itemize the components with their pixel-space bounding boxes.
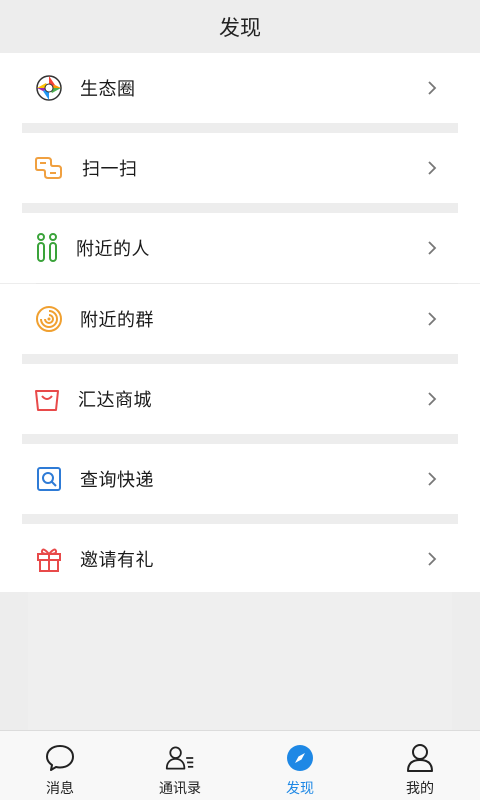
scan-icon xyxy=(34,153,64,183)
tab-label: 消息 xyxy=(46,781,74,797)
menu-item-scan[interactable]: 扫一扫 xyxy=(0,133,480,203)
menu-item-label: 扫一扫 xyxy=(82,159,138,180)
tab-me[interactable]: 我的 xyxy=(360,731,480,800)
tab-label: 我的 xyxy=(406,781,434,797)
section-divider xyxy=(0,123,480,133)
menu-item-express[interactable]: 查询快递 xyxy=(0,444,480,514)
menu-item-invite[interactable]: 邀请有礼 xyxy=(0,524,480,594)
chevron-right-icon xyxy=(428,392,437,406)
chevron-right-icon xyxy=(428,472,437,486)
search-box-icon xyxy=(34,464,64,494)
aperture-icon xyxy=(34,73,64,103)
section-divider xyxy=(0,354,480,364)
chevron-right-icon xyxy=(428,552,437,566)
menu-item-label: 附近的人 xyxy=(76,239,150,260)
menu-item-mall[interactable]: 汇达商城 xyxy=(0,364,480,434)
menu-item-label: 附近的群 xyxy=(80,310,154,331)
menu-item-nearby-people[interactable]: 附近的人 xyxy=(0,213,480,283)
page-title-text: 发现 xyxy=(219,15,261,40)
chevron-right-icon xyxy=(428,241,437,255)
tab-messages[interactable]: 消息 xyxy=(0,731,120,800)
people-icon xyxy=(32,233,62,263)
person-icon xyxy=(405,743,435,773)
menu-item-moments[interactable]: 生态圈 xyxy=(0,53,480,123)
discover-menu-list: 生态圈 扫一扫 附近的人 附近的群 汇达商城 查询快递 邀请有礼 xyxy=(0,53,480,594)
chevron-right-icon xyxy=(428,312,437,326)
radar-icon xyxy=(34,304,64,334)
gift-icon xyxy=(34,544,64,574)
tab-label: 发现 xyxy=(286,781,314,797)
compass-icon xyxy=(285,743,315,773)
discover-screen: 发现 生态圈 扫一扫 附近的人 附近的群 汇达商城 查询快递 邀请有礼 消息 通… xyxy=(0,0,480,800)
section-divider xyxy=(0,434,480,444)
page-title: 发现 xyxy=(0,0,480,53)
menu-item-label: 汇达商城 xyxy=(78,390,152,411)
section-divider xyxy=(0,203,480,213)
tab-discover[interactable]: 发现 xyxy=(240,731,360,800)
shopping-bag-icon xyxy=(32,384,62,414)
menu-item-label: 生态圈 xyxy=(80,79,136,100)
tab-contacts[interactable]: 通讯录 xyxy=(120,731,240,800)
contacts-icon xyxy=(165,743,195,773)
chevron-right-icon xyxy=(428,81,437,95)
chat-bubble-icon xyxy=(45,743,75,773)
chevron-right-icon xyxy=(428,161,437,175)
menu-item-label: 查询快递 xyxy=(80,470,154,491)
section-divider xyxy=(0,514,480,524)
tab-label: 通讯录 xyxy=(159,781,201,797)
menu-item-nearby-groups[interactable]: 附近的群 xyxy=(0,284,480,354)
empty-area xyxy=(0,592,480,730)
bottom-tab-bar: 消息 通讯录 发现 我的 xyxy=(0,730,480,800)
menu-item-label: 邀请有礼 xyxy=(80,550,154,571)
